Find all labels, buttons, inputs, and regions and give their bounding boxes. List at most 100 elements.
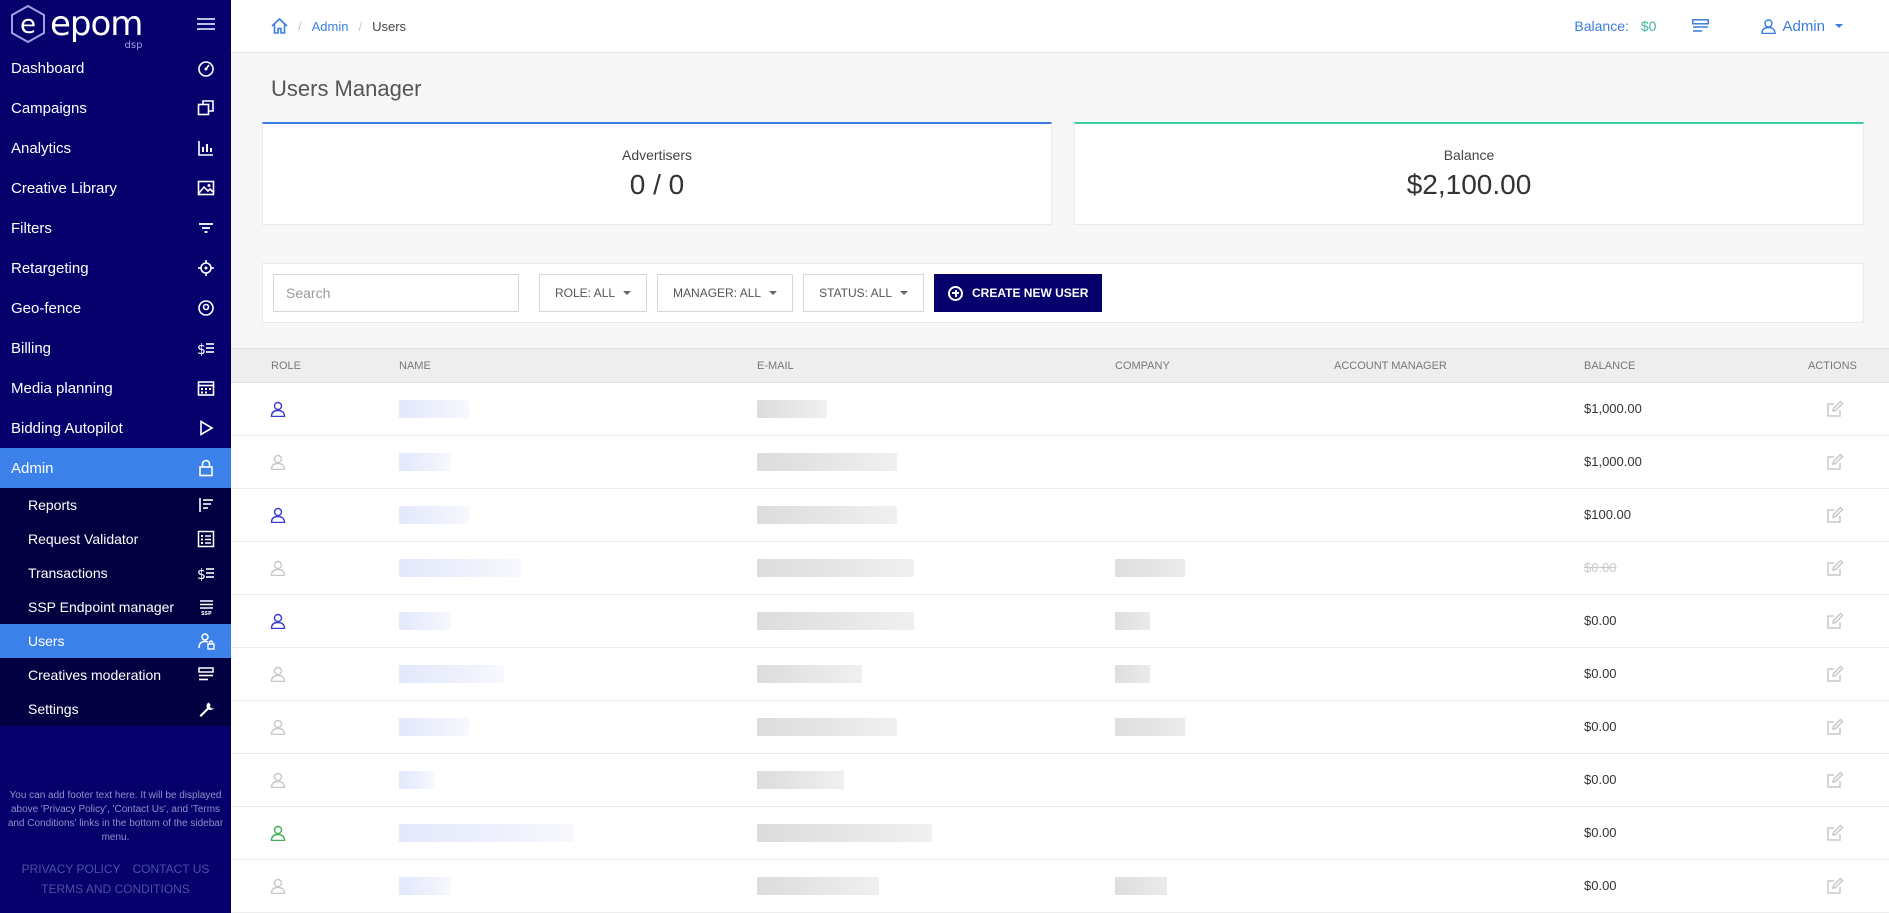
user-email-redacted [757, 453, 897, 471]
sidebar-subitem-reports[interactable]: Reports [0, 488, 231, 522]
sidebar-subitem-users[interactable]: Users [0, 624, 231, 658]
search-input[interactable] [273, 274, 519, 312]
user-name-redacted[interactable] [399, 612, 451, 630]
sidebar-subitem-request-validator[interactable]: Request Validator [0, 522, 231, 556]
table-row[interactable]: $100.00 [231, 489, 1889, 542]
sidebar-item-admin[interactable]: Admin [0, 448, 231, 488]
user-role-icon [270, 454, 286, 470]
user-name-redacted[interactable] [399, 718, 469, 736]
breadcrumb-separator: / [358, 18, 363, 34]
user-name-redacted[interactable] [399, 400, 469, 418]
sidebar-item-geo-fence[interactable]: Geo-fence [0, 288, 231, 328]
logo-hexagon-icon: e [11, 4, 45, 44]
role-filter-dropdown[interactable]: ROLE: ALL [539, 274, 648, 312]
header-account-manager[interactable]: ACCOUNT MANAGER [1334, 360, 1447, 372]
edit-icon[interactable] [1826, 824, 1844, 842]
users-lock-icon [198, 633, 215, 650]
edit-icon[interactable] [1826, 453, 1844, 471]
dashboard-gauge-icon [198, 61, 214, 77]
table-row[interactable]: $0.00 [231, 807, 1889, 860]
sidebar-item-bidding-autopilot[interactable]: Bidding Autopilot [0, 408, 231, 448]
hamburger-menu-icon[interactable] [197, 15, 215, 33]
privacy-policy-link[interactable]: PRIVACY POLICY [22, 862, 121, 876]
edit-icon[interactable] [1826, 877, 1844, 895]
sidebar-item-billing[interactable]: Billing $ [0, 328, 231, 368]
table-row[interactable]: $0.00 [231, 701, 1889, 754]
table-row[interactable]: $0.00 [231, 542, 1889, 595]
sidebar-subitem-ssp-endpoint-manager[interactable]: SSP Endpoint manager SSP [0, 590, 231, 624]
header-balance[interactable]: BALANCE [1584, 360, 1635, 372]
table-row[interactable]: $0.00 [231, 860, 1889, 913]
sidebar-subitem-settings[interactable]: Settings [0, 692, 231, 726]
sidebar-item-label: Admin [11, 459, 54, 477]
table-body: $1,000.00 $1,000.00 $100.00 $0.00 $0.00 $0.00… [231, 383, 1889, 913]
sidebar-item-creative-library[interactable]: Creative Library [0, 168, 231, 208]
sidebar-item-label: Campaigns [11, 99, 87, 117]
table-row[interactable]: $1,000.00 [231, 383, 1889, 436]
header-company[interactable]: COMPANY [1115, 360, 1170, 372]
sidebar-item-label: Bidding Autopilot [11, 419, 123, 437]
header-actions: ACTIONS [1808, 360, 1857, 372]
users-table: ROLE NAME E-MAIL COMPANY ACCOUNT MANAGER… [231, 348, 1889, 913]
logo[interactable]: e epom dsp [8, 4, 143, 51]
manager-filter-dropdown[interactable]: MANAGER: ALL [657, 274, 794, 312]
user-name-redacted[interactable] [399, 506, 469, 524]
balance-card-value: $2,100.00 [1406, 169, 1532, 200]
user-role-icon [270, 666, 286, 682]
user-email-redacted [757, 612, 914, 630]
header-name[interactable]: NAME [399, 360, 431, 372]
sidebar-subitem-label: Creatives moderation [28, 667, 162, 683]
sidebar-header: e epom dsp [0, 0, 231, 51]
sidebar-item-analytics[interactable]: Analytics [0, 128, 231, 168]
sidebar-item-retargeting[interactable]: Retargeting [0, 248, 231, 288]
sidebar-item-campaigns[interactable]: Campaigns [0, 88, 231, 128]
edit-icon[interactable] [1826, 400, 1844, 418]
header-email[interactable]: E-MAIL [757, 360, 794, 372]
user-name-redacted[interactable] [399, 453, 451, 471]
user-email-redacted [757, 718, 897, 736]
user-name-redacted[interactable] [399, 877, 451, 895]
edit-icon[interactable] [1826, 665, 1844, 683]
edit-icon[interactable] [1826, 559, 1844, 577]
admin-user-menu[interactable]: Admin [1761, 18, 1843, 35]
edit-icon[interactable] [1826, 612, 1844, 630]
user-email-redacted [757, 506, 897, 524]
sidebar-subitem-creatives-moderation[interactable]: Creatives moderation [0, 658, 231, 692]
moderation-lines-icon [198, 667, 214, 681]
table-row[interactable]: $0.00 [231, 754, 1889, 807]
status-filter-label: STATUS: ALL [819, 286, 892, 300]
sidebar-subitem-transactions[interactable]: Transactions $ [0, 556, 231, 590]
contact-us-link[interactable]: CONTACT US [133, 862, 210, 876]
terms-link[interactable]: TERMS AND CONDITIONS [41, 882, 190, 896]
svg-text:$: $ [197, 567, 206, 582]
user-name-redacted[interactable] [399, 665, 504, 683]
table-row[interactable]: $0.00 [231, 648, 1889, 701]
user-name-redacted[interactable] [399, 771, 434, 789]
breadcrumb-current: Users [372, 18, 407, 34]
user-email-redacted [757, 771, 844, 789]
status-filter-dropdown[interactable]: STATUS: ALL [803, 274, 924, 312]
role-filter-label: ROLE: ALL [555, 286, 616, 300]
filter-bar: ROLE: ALL MANAGER: ALL STATUS: ALL CREAT… [262, 263, 1864, 323]
edit-icon[interactable] [1826, 718, 1844, 736]
sidebar-item-filters[interactable]: Filters [0, 208, 231, 248]
edit-icon[interactable] [1826, 506, 1844, 524]
user-name-redacted[interactable] [399, 824, 574, 842]
home-icon[interactable] [271, 18, 288, 34]
sidebar-item-label: Filters [11, 219, 52, 237]
user-role-icon [270, 772, 286, 788]
sidebar-item-dashboard[interactable]: Dashboard [0, 48, 231, 88]
sidebar-subitem-label: Users [28, 633, 65, 649]
table-row[interactable]: $0.00 [231, 595, 1889, 648]
user-balance: $1,000.00 [1584, 401, 1642, 416]
notifications-lines-icon[interactable] [1692, 19, 1710, 33]
sidebar-item-media-planning[interactable]: Media planning [0, 368, 231, 408]
edit-icon[interactable] [1826, 771, 1844, 789]
breadcrumb-admin[interactable]: Admin [312, 19, 349, 34]
user-name-redacted[interactable] [399, 559, 521, 577]
logo-text: epom dsp [50, 7, 143, 51]
table-row[interactable]: $1,000.00 [231, 436, 1889, 489]
create-new-user-button[interactable]: CREATE NEW USER [934, 274, 1103, 312]
header-role[interactable]: ROLE [271, 360, 301, 372]
svg-text:e: e [20, 10, 36, 40]
